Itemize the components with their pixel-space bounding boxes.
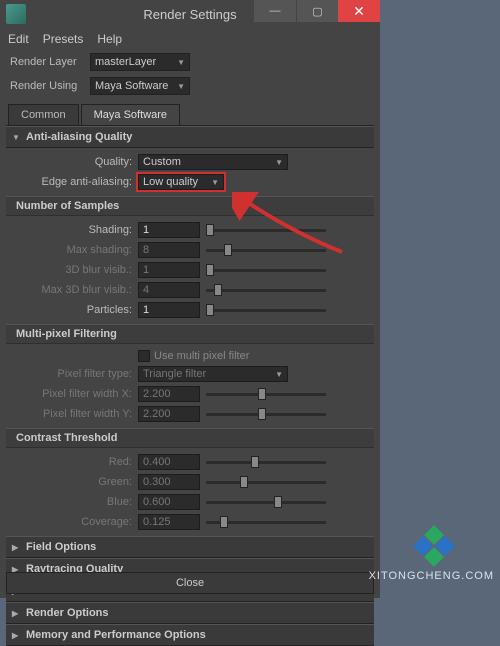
chevron-down-icon: ▼ — [275, 370, 283, 379]
red-slider — [206, 461, 326, 464]
particles-label: Particles: — [6, 304, 138, 316]
filter-width-y-input: 2.200 — [138, 406, 200, 422]
chevron-down-icon: ▼ — [211, 178, 219, 187]
coverage-label: Coverage: — [6, 516, 138, 528]
particles-input[interactable]: 1 — [138, 302, 200, 318]
watermark-text: XITONGCHENG.COM — [369, 570, 494, 582]
max-shading-input: 8 — [138, 242, 200, 258]
shading-slider[interactable] — [206, 229, 326, 232]
window-title: Render Settings — [143, 7, 236, 22]
section-anti-aliasing[interactable]: ▼ Anti-aliasing Quality — [6, 126, 374, 148]
coverage-slider — [206, 521, 326, 524]
menu-edit[interactable]: Edit — [8, 32, 29, 46]
blue-label: Blue: — [6, 496, 138, 508]
max-shading-slider — [206, 249, 326, 252]
chevron-down-icon: ▼ — [177, 58, 185, 67]
blur-visib-label: 3D blur visib.: — [6, 264, 138, 276]
blue-input: 0.600 — [138, 494, 200, 510]
particles-slider[interactable] — [206, 309, 326, 312]
max-blur-visib-slider — [206, 289, 326, 292]
max-blur-visib-label: Max 3D blur visib.: — [6, 284, 138, 296]
filter-type-dropdown: Triangle filter ▼ — [138, 366, 288, 382]
render-using-label: Render Using — [10, 80, 90, 92]
use-multipixel-checkbox[interactable] — [138, 350, 150, 362]
green-input: 0.300 — [138, 474, 200, 490]
render-using-row: Render Using Maya Software ▼ — [0, 74, 380, 98]
tab-common[interactable]: Common — [8, 104, 79, 125]
edge-aa-label: Edge anti-aliasing: — [6, 176, 138, 188]
filter-width-x-input: 2.200 — [138, 386, 200, 402]
tab-maya-software[interactable]: Maya Software — [81, 104, 180, 125]
edge-aa-dropdown[interactable]: Low quality ▼ — [138, 174, 224, 190]
blue-slider — [206, 501, 326, 504]
shading-label: Shading: — [6, 224, 138, 236]
subsection-samples: Number of Samples — [6, 196, 374, 216]
triangle-right-icon: ▶ — [12, 543, 20, 552]
filter-width-x-slider — [206, 393, 326, 396]
filter-width-y-slider — [206, 413, 326, 416]
close-button[interactable]: Close — [6, 572, 374, 594]
subsection-multipixel: Multi-pixel Filtering — [6, 324, 374, 344]
quality-dropdown[interactable]: Custom ▼ — [138, 154, 288, 170]
menu-help[interactable]: Help — [97, 32, 122, 46]
red-input: 0.400 — [138, 454, 200, 470]
render-using-dropdown[interactable]: Maya Software ▼ — [90, 77, 190, 95]
triangle-right-icon: ▶ — [12, 631, 20, 640]
filter-width-y-label: Pixel filter width Y: — [6, 408, 138, 420]
triangle-right-icon: ▶ — [12, 609, 20, 618]
window-controls: — ▢ ✕ — [254, 0, 380, 22]
render-layer-row: Render Layer masterLayer ▼ — [0, 50, 380, 74]
titlebar: Render Settings — ▢ ✕ — [0, 0, 380, 28]
section-field-options[interactable]: ▶Field Options — [6, 536, 374, 558]
filter-width-x-label: Pixel filter width X: — [6, 388, 138, 400]
blur-visib-input: 1 — [138, 262, 200, 278]
subsection-contrast: Contrast Threshold — [6, 428, 374, 448]
chevron-down-icon: ▼ — [275, 158, 283, 167]
max-shading-label: Max shading: — [6, 244, 138, 256]
render-layer-dropdown[interactable]: masterLayer ▼ — [90, 53, 190, 71]
green-label: Green: — [6, 476, 138, 488]
section-render-options[interactable]: ▶Render Options — [6, 602, 374, 624]
maximize-button[interactable]: ▢ — [296, 0, 338, 22]
minimize-button[interactable]: — — [254, 0, 296, 22]
menu-presets[interactable]: Presets — [43, 32, 84, 46]
use-multipixel-label: Use multi pixel filter — [154, 350, 249, 362]
quality-label: Quality: — [6, 156, 138, 168]
coverage-input: 0.125 — [138, 514, 200, 530]
render-settings-window: Render Settings — ▢ ✕ Edit Presets Help … — [0, 0, 380, 598]
watermark-logo — [416, 528, 452, 564]
triangle-down-icon: ▼ — [12, 133, 20, 142]
render-layer-label: Render Layer — [10, 56, 90, 68]
red-label: Red: — [6, 456, 138, 468]
green-slider — [206, 481, 326, 484]
blur-visib-slider — [206, 269, 326, 272]
close-window-button[interactable]: ✕ — [338, 0, 380, 22]
app-icon — [6, 4, 26, 24]
tabs: Common Maya Software — [0, 98, 380, 125]
filter-type-label: Pixel filter type: — [6, 368, 138, 380]
max-blur-visib-input: 4 — [138, 282, 200, 298]
menubar: Edit Presets Help — [0, 28, 380, 50]
shading-input[interactable]: 1 — [138, 222, 200, 238]
section-memory-perf[interactable]: ▶Memory and Performance Options — [6, 624, 374, 646]
tab-panel: ▼ Anti-aliasing Quality Quality: Custom … — [6, 125, 374, 646]
chevron-down-icon: ▼ — [177, 82, 185, 91]
